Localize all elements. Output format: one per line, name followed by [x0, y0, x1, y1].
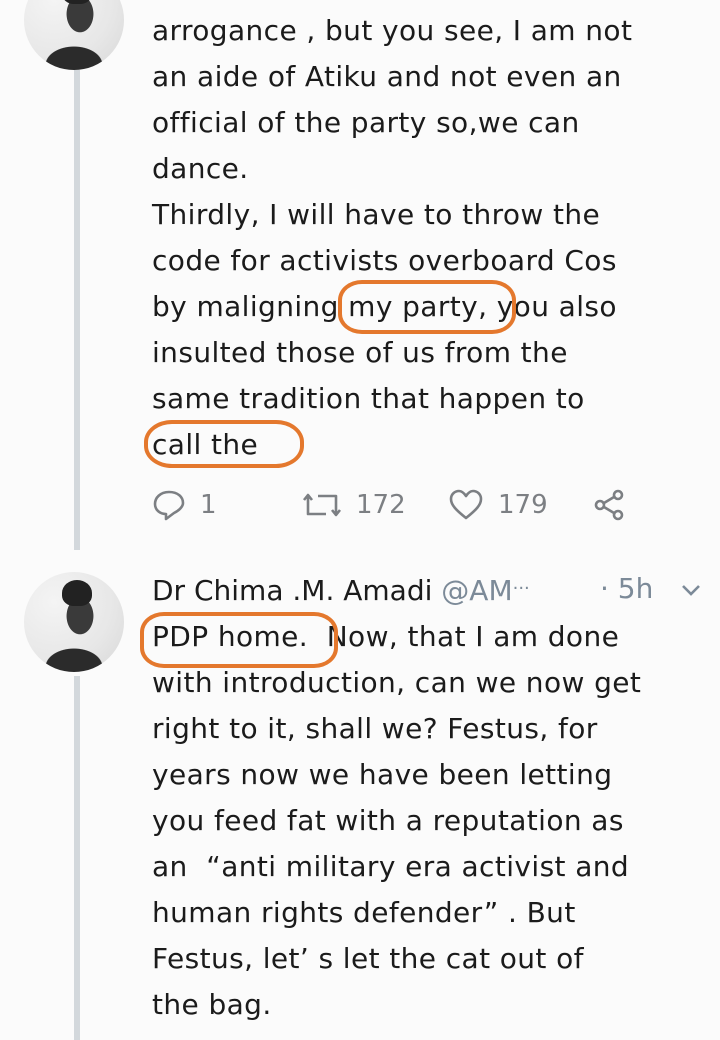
tweet-1-actions: 1 172 179: [152, 488, 672, 530]
share-icon: [592, 488, 626, 522]
tweet-2-line: right to it, shall we? Festus, for: [152, 712, 598, 745]
tweet-1-line: arrogance , but you see, I am not: [152, 14, 633, 47]
tweet-2-line: with introduction, can we now get: [152, 666, 642, 699]
like-count: 179: [498, 490, 548, 520]
author-name[interactable]: Dr Chima .M. Amadi: [152, 574, 432, 607]
tweet-1-line: same tradition that happen to: [152, 382, 585, 415]
like-icon: [448, 488, 484, 522]
tweet-2-header: Dr Chima .M. Amadi @AM··· · 5h: [152, 566, 712, 612]
tweet-2-line: Festus, let’ s let the cat out of: [152, 942, 584, 975]
like-button[interactable]: 179: [448, 488, 548, 522]
chevron-down-icon[interactable]: [680, 582, 702, 598]
annotation-circle-call-the: [144, 420, 304, 468]
tweet-2-line: human rights defender” . But: [152, 896, 576, 929]
tweet-2-line: an “anti military era activist and: [152, 850, 630, 883]
thread-line-bottom: [74, 676, 80, 1040]
tweet-2-line: years now we have been letting: [152, 758, 613, 791]
author-avatar[interactable]: [24, 572, 124, 672]
tweet-1-line: insulted those of us from the: [152, 336, 568, 369]
avatar[interactable]: [24, 0, 124, 70]
tweet-1-text: arrogance , but you see, I am not an aid…: [152, 8, 712, 468]
tweet-1-line: dance.: [152, 152, 249, 185]
reply-icon: [152, 488, 186, 522]
retweet-button[interactable]: 172: [302, 488, 406, 522]
tweet-1-line: code for activists overboard Cos: [152, 244, 617, 277]
retweet-count: 172: [356, 490, 406, 520]
author-handle[interactable]: @AM: [441, 574, 512, 607]
reply-count: 1: [200, 490, 217, 520]
tweet-2-text: PDP home. Now, that I am done with intro…: [152, 614, 712, 1028]
share-button[interactable]: [592, 488, 626, 522]
thread-line-top: [74, 70, 80, 550]
tweet-time[interactable]: · 5h: [600, 566, 653, 612]
annotation-circle-my-party: [338, 280, 516, 334]
tweet-2-line: the bag.: [152, 988, 272, 1021]
annotation-circle-pdp-home: [140, 612, 338, 668]
tweet-1-line: an aide of Atiku and not even an: [152, 60, 622, 93]
tweet-1-line: Thirdly, I will have to throw the: [152, 198, 601, 231]
tweet-1-line: official of the party so,we can: [152, 106, 580, 139]
tweet-2-line: you feed fat with a reputation as: [152, 804, 624, 837]
handle-ellipsis: ···: [512, 578, 530, 599]
reply-button[interactable]: 1: [152, 488, 217, 522]
retweet-icon: [302, 488, 342, 522]
